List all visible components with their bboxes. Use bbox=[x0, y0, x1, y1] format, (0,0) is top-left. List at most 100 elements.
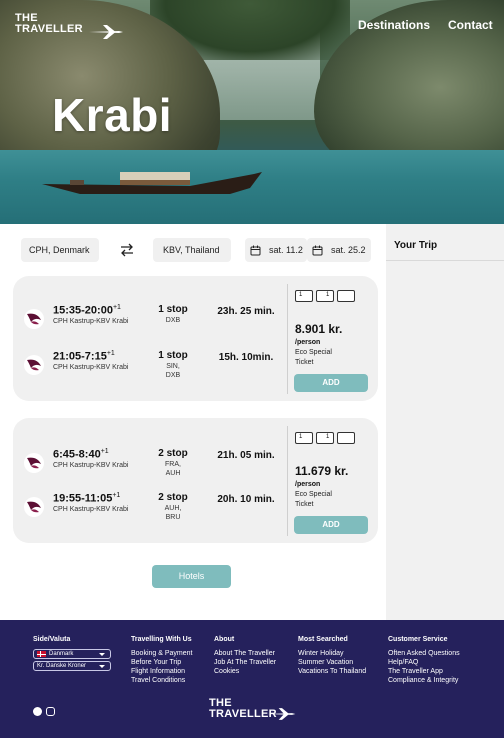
footer-link[interactable]: Help/FAQ bbox=[388, 658, 460, 667]
nav-destinations[interactable]: Destinations bbox=[358, 18, 430, 32]
personal-item-icon: 1 bbox=[295, 290, 313, 302]
carry-on-icon: 1 bbox=[316, 290, 334, 302]
footer-link[interactable]: Winter Holiday bbox=[298, 649, 366, 658]
currency-value: Kr. Danske Kroner bbox=[37, 662, 87, 669]
footer-link[interactable]: Often Asked Questions bbox=[388, 649, 460, 658]
flight-route: CPH Kastrup-KBV Krabi bbox=[53, 364, 129, 371]
country-select[interactable]: Danmark bbox=[33, 649, 111, 659]
country-value: Danmark bbox=[49, 650, 74, 657]
calendar-icon bbox=[250, 245, 261, 255]
checked-bag-icon bbox=[337, 432, 355, 444]
depart-date-field[interactable]: sat. 11.2 bbox=[245, 238, 307, 262]
airline-logo-icon bbox=[24, 309, 44, 329]
chevron-down-icon bbox=[99, 665, 105, 668]
flight-time: 21:05-7:15+1 bbox=[53, 350, 115, 363]
footer-link[interactable]: Vacations To Thailand bbox=[298, 667, 366, 676]
denmark-flag-icon bbox=[37, 651, 46, 657]
plane-icon bbox=[267, 708, 296, 720]
baggage-icons: 1 1 bbox=[295, 432, 355, 444]
flight-row[interactable]: 21:05-7:15+1 CPH Kastrup-KBV Krabi 1 sto… bbox=[13, 346, 287, 386]
footer-logo[interactable]: THE TRAVELLER bbox=[209, 698, 296, 720]
footer-link[interactable]: About The Traveller bbox=[214, 649, 276, 658]
flight-time: 19:55-11:05+1 bbox=[53, 492, 121, 505]
footer-link[interactable]: Travel Conditions bbox=[131, 676, 192, 685]
airline-logo-icon bbox=[24, 497, 44, 517]
your-trip-title: Your Trip bbox=[394, 240, 438, 251]
flight-via: AUH, BRU bbox=[164, 505, 182, 521]
flight-card: 15:35-20:00+1 CPH Kastrup-KBV Krabi 1 st… bbox=[13, 276, 378, 401]
calendar-icon bbox=[312, 245, 323, 255]
currency-select[interactable]: Kr. Danske Kroner bbox=[33, 661, 111, 671]
return-date-value: sat. 25.2 bbox=[331, 245, 366, 255]
flight-time: 15:35-20:00+1 bbox=[53, 304, 121, 317]
plane-icon bbox=[89, 25, 123, 39]
facebook-icon[interactable] bbox=[33, 707, 42, 716]
depart-date-value: sat. 11.2 bbox=[269, 245, 303, 255]
footer-link[interactable]: Compliance & Integrity bbox=[388, 676, 460, 685]
destination-value: KBV, Thailand bbox=[163, 245, 220, 255]
origin-field[interactable]: CPH, Denmark bbox=[21, 238, 99, 262]
price: 11.679 kr. bbox=[295, 464, 349, 478]
footer-link[interactable]: Cookies bbox=[214, 667, 276, 676]
origin-value: CPH, Denmark bbox=[29, 245, 90, 255]
flight-stops: 2 stop bbox=[158, 492, 188, 503]
price: 8.901 kr. bbox=[295, 322, 343, 336]
nav-contact[interactable]: Contact bbox=[448, 18, 493, 32]
footer-link[interactable]: Booking & Payment bbox=[131, 649, 192, 658]
panel-divider bbox=[386, 260, 504, 261]
footer-link[interactable]: The Traveller App bbox=[388, 667, 460, 676]
flight-card: 6:45-8:40+1 CPH Kastrup-KBV Krabi 2 stop… bbox=[13, 418, 378, 543]
flight-row[interactable]: 15:35-20:00+1 CPH Kastrup-KBV Krabi 1 st… bbox=[13, 300, 287, 340]
hotels-button[interactable]: Hotels bbox=[152, 565, 231, 588]
flight-duration: 15h. 10min. bbox=[218, 352, 274, 363]
airline-logo-icon bbox=[24, 453, 44, 473]
brand-logo[interactable]: THE TRAVELLER bbox=[15, 13, 123, 39]
return-date-field[interactable]: sat. 25.2 bbox=[307, 238, 371, 262]
ticket-type: Eco Special Ticket bbox=[295, 491, 332, 508]
logo-line2: TRAVELLER bbox=[15, 23, 83, 35]
checked-bag-icon bbox=[337, 290, 355, 302]
add-button[interactable]: ADD bbox=[294, 516, 368, 534]
footer: Side/Valuta Danmark Kr. Danske Kroner Tr… bbox=[0, 620, 504, 738]
destination-field[interactable]: KBV, Thailand bbox=[153, 238, 231, 262]
chevron-down-icon bbox=[99, 653, 105, 656]
footer-link[interactable]: Summer Vacation bbox=[298, 658, 366, 667]
add-button[interactable]: ADD bbox=[294, 374, 368, 392]
footer-heading: Customer Service bbox=[388, 636, 448, 643]
flight-time: 6:45-8:40+1 bbox=[53, 448, 109, 461]
card-divider bbox=[287, 426, 288, 536]
footer-link[interactable]: Flight Information bbox=[131, 667, 192, 676]
footer-most-searched: Most Searched Winter Holiday Summer Vaca… bbox=[298, 635, 366, 676]
footer-link[interactable]: Job At The Traveller bbox=[214, 658, 276, 667]
destination-title: Krabi bbox=[52, 89, 173, 141]
personal-item-icon: 1 bbox=[295, 432, 313, 444]
flight-row[interactable]: 6:45-8:40+1 CPH Kastrup-KBV Krabi 2 stop… bbox=[13, 444, 287, 484]
flight-route: CPH Kastrup-KBV Krabi bbox=[53, 462, 129, 469]
flight-stops: 2 stop bbox=[158, 448, 188, 459]
footer-about: About About The Traveller Job At The Tra… bbox=[214, 635, 276, 676]
flight-duration: 23h. 25 min. bbox=[217, 306, 275, 317]
footer-link[interactable]: Before Your Trip bbox=[131, 658, 192, 667]
price-per: /person bbox=[295, 339, 321, 346]
flight-duration: 21h. 05 min. bbox=[217, 450, 275, 461]
longtail-boat bbox=[42, 172, 262, 194]
flight-via: FRA, AUH bbox=[165, 461, 181, 477]
flight-stops: 1 stop bbox=[158, 350, 188, 361]
ticket-type: Eco Special Ticket bbox=[295, 349, 332, 366]
flight-via: SIN, DXB bbox=[165, 363, 181, 379]
footer-travelling: Travelling With Us Booking & Payment Bef… bbox=[131, 635, 192, 685]
flight-route: CPH Kastrup-KBV Krabi bbox=[53, 318, 129, 325]
swap-icon[interactable] bbox=[118, 241, 136, 259]
flight-row[interactable]: 19:55-11:05+1 CPH Kastrup-KBV Krabi 2 st… bbox=[13, 488, 287, 528]
footer-side-valuta: Side/Valuta Danmark Kr. Danske Kroner bbox=[33, 635, 111, 673]
carry-on-icon: 1 bbox=[316, 432, 334, 444]
footer-customer-service: Customer Service Often Asked Questions H… bbox=[388, 635, 460, 685]
price-per: /person bbox=[295, 481, 321, 488]
footer-heading: Most Searched bbox=[298, 636, 348, 643]
instagram-icon[interactable] bbox=[46, 707, 55, 716]
flight-stops: 1 stop bbox=[158, 304, 188, 315]
card-divider bbox=[287, 284, 288, 394]
footer-heading: Travelling With Us bbox=[131, 636, 192, 643]
your-trip-panel: Your Trip bbox=[386, 224, 504, 620]
footer-heading: Side/Valuta bbox=[33, 636, 71, 643]
